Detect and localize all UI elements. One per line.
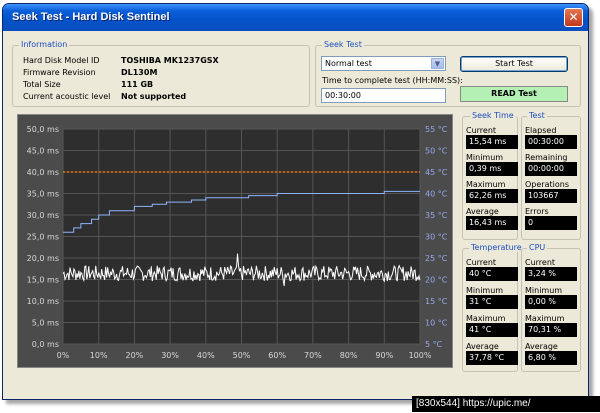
y-tick-right: 45 °C xyxy=(425,168,448,177)
info-key: Firmware Revision xyxy=(23,68,96,77)
temp-maximum-label: Maximum xyxy=(466,314,506,323)
info-row-firmware: Firmware Revision xyxy=(23,68,96,77)
test-elapsed-value: 00:30:00 xyxy=(525,135,577,149)
x-tick-label: 10% xyxy=(90,351,108,360)
temp-minimum-value: 31 °C xyxy=(466,295,518,309)
information-label: Information xyxy=(19,40,70,49)
y-tick-left: 5,0 ms xyxy=(32,319,59,328)
seek-time-label: Seek Time xyxy=(470,111,516,120)
seek-minimum-label: Minimum xyxy=(466,153,504,162)
y-tick-left: 40,0 ms xyxy=(27,168,59,177)
seek-maximum-value: 62,26 ms xyxy=(466,189,518,203)
info-key: Total Size xyxy=(23,80,61,89)
test-mode-select[interactable]: Normal test ▼ xyxy=(321,56,446,71)
info-row-model: Hard Disk Model ID xyxy=(23,56,100,65)
time-to-complete-label: Time to complete test (HH:MM:SS): xyxy=(322,76,463,85)
y-tick-right: 10 °C xyxy=(425,319,448,328)
info-value-firmware: DL130M xyxy=(121,68,158,77)
test-operations-label: Operations xyxy=(525,180,569,189)
close-button[interactable]: ✕ xyxy=(564,8,583,27)
y-tick-left: 30,0 ms xyxy=(27,211,59,220)
y-tick-left: 45,0 ms xyxy=(27,147,59,156)
upload-watermark: [830x544] https://upic.me/ xyxy=(412,396,600,412)
seek-current-value: 15,54 ms xyxy=(466,135,518,149)
cpu-minimum-value: 0,00 % xyxy=(525,295,577,309)
cpu-label: CPU xyxy=(527,243,548,252)
cpu-maximum-value: 70,31 % xyxy=(525,323,577,337)
info-key: Current acoustic level xyxy=(23,92,111,101)
seek-current-label: Current xyxy=(466,126,497,135)
test-label: Test xyxy=(527,111,547,120)
info-key: Hard Disk Model ID xyxy=(23,56,100,65)
seek-chart: 0,0 ms 5 °C 5,0 ms 10 °C 10,0 ms 15 °C 15,0 ms… xyxy=(17,114,453,368)
time-to-complete-input[interactable]: 00:30:00 xyxy=(321,88,446,103)
temp-average-label: Average xyxy=(466,342,499,351)
info-value-acoustic: Not supported xyxy=(121,92,187,101)
info-row-acoustic: Current acoustic level xyxy=(23,92,110,101)
x-tick-label: 0% xyxy=(57,351,70,360)
temp-current-label: Current xyxy=(466,258,497,267)
temperature-label: Temperature xyxy=(469,243,524,252)
y-tick-left: 15,0 ms xyxy=(27,276,59,285)
y-tick-right: 15 °C xyxy=(425,297,448,306)
cpu-maximum-label: Maximum xyxy=(525,314,565,323)
seek-test-window: Seek Test - Hard Disk Sentinel ✕ Informa… xyxy=(2,3,589,400)
seek-average-value: 16,43 ms xyxy=(466,216,518,230)
cpu-minimum-label: Minimum xyxy=(525,286,563,295)
info-row-size: Total Size xyxy=(23,80,61,89)
temp-current-value: 40 °C xyxy=(466,267,518,281)
window-title: Seek Test - Hard Disk Sentinel xyxy=(12,11,170,23)
x-tick-label: 50% xyxy=(233,351,251,360)
test-remaining-label: Remaining xyxy=(525,153,568,162)
chevron-down-icon[interactable]: ▼ xyxy=(431,58,444,69)
x-tick-label: 90% xyxy=(375,351,393,360)
cpu-average-label: Average xyxy=(525,342,558,351)
cpu-current-value: 3,24 % xyxy=(525,267,577,281)
seek-average-label: Average xyxy=(466,207,499,216)
seek-test-label: Seek Test xyxy=(322,40,364,49)
title-bar[interactable]: Seek Test - Hard Disk Sentinel ✕ xyxy=(3,4,588,31)
y-tick-left: 10,0 ms xyxy=(27,297,59,306)
x-tick-label: 80% xyxy=(340,351,358,360)
x-tick-label: 20% xyxy=(126,351,144,360)
y-tick-left: 35,0 ms xyxy=(27,190,59,199)
y-tick-right: 30 °C xyxy=(425,233,448,242)
test-errors-label: Errors xyxy=(525,207,549,216)
x-tick-label: 70% xyxy=(304,351,322,360)
cpu-average-value: 6,80 % xyxy=(525,351,577,365)
temp-maximum-value: 41 °C xyxy=(466,323,518,337)
start-test-button[interactable]: Start Test xyxy=(460,56,568,72)
test-remaining-value: 00:00:00 xyxy=(525,162,577,176)
y-tick-right: 35 °C xyxy=(425,211,448,220)
information-group: Information Hard Disk Model ID TOSHIBA M… xyxy=(12,40,310,107)
seek-maximum-label: Maximum xyxy=(466,180,506,189)
test-errors-value: 0 xyxy=(525,216,577,230)
seek-minimum-value: 0,39 ms xyxy=(466,162,518,176)
cpu-current-label: Current xyxy=(525,258,556,267)
test-elapsed-label: Elapsed xyxy=(525,126,557,135)
y-tick-right: 40 °C xyxy=(425,190,448,199)
y-tick-right: 50 °C xyxy=(425,147,448,156)
temp-average-value: 37,78 °C xyxy=(466,351,518,365)
y-tick-right: 20 °C xyxy=(425,276,448,285)
test-mode-value: Normal test xyxy=(325,59,372,68)
y-tick-right: 25 °C xyxy=(425,254,448,263)
y-tick-left: 25,0 ms xyxy=(27,233,59,242)
info-value-model: TOSHIBA MK1237GSX xyxy=(121,56,219,65)
temp-minimum-label: Minimum xyxy=(466,286,504,295)
test-operations-value: 103667 xyxy=(525,189,577,203)
y-tick-right: 5 °C xyxy=(425,340,443,349)
x-tick-label: 40% xyxy=(197,351,215,360)
x-tick-label: 60% xyxy=(268,351,286,360)
y-tick-left: 20,0 ms xyxy=(27,254,59,263)
x-tick-label: 100% xyxy=(409,351,432,360)
x-tick-label: 30% xyxy=(161,351,179,360)
read-test-status: READ Test xyxy=(460,86,568,102)
y-tick-left: 0,0 ms xyxy=(32,340,59,349)
seek-chart-svg: 0,0 ms 5 °C 5,0 ms 10 °C 10,0 ms 15 °C 15,0 ms… xyxy=(27,125,448,360)
y-tick-right: 55 °C xyxy=(425,125,448,134)
y-tick-left: 50,0 ms xyxy=(27,125,59,134)
info-value-size: 111 GB xyxy=(121,80,154,89)
